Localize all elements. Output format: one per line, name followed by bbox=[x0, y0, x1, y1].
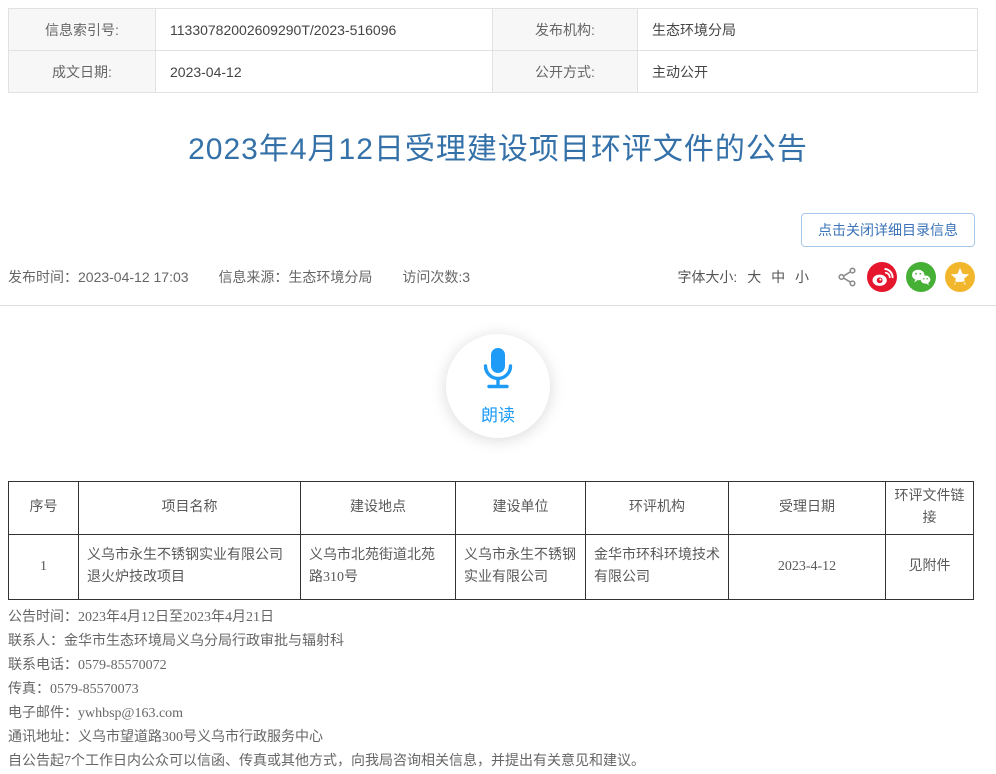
publish-time: 发布时间：2023-04-12 17:03 bbox=[8, 269, 189, 285]
footer-info: 公告时间：2023年4月12日至2023年4月21日 联系人：金华市生态环境局义… bbox=[8, 606, 996, 774]
col-header-doc-link: 环评文件链接 bbox=[886, 482, 974, 535]
info-value-index: 11330782002609290T/2023-516096 bbox=[156, 9, 493, 51]
visit-count: 访问次数:3 bbox=[402, 269, 470, 285]
font-size-medium[interactable]: 中 bbox=[771, 269, 785, 285]
section-divider bbox=[0, 305, 996, 306]
info-value-date: 2023-04-12 bbox=[156, 51, 493, 93]
share-alt-icon[interactable] bbox=[836, 266, 858, 288]
col-header-seq: 序号 bbox=[9, 482, 79, 535]
info-source: 信息来源：生态环境分局 bbox=[218, 269, 372, 285]
meta-right: 字体大小: 大 中 小 bbox=[671, 262, 975, 292]
toggle-catalog-button[interactable]: 点击关闭详细目录信息 bbox=[801, 213, 975, 247]
meta-row: 发布时间：2023-04-12 17:03 信息来源：生态环境分局 访问次数:3… bbox=[0, 261, 996, 293]
footer-address: 通讯地址：义乌市望道路300号义乌市行政服务中心 bbox=[8, 726, 996, 750]
info-label-method: 公开方式: bbox=[493, 51, 638, 93]
cell-eia-agency: 金华市环科环境技术有限公司 bbox=[586, 535, 729, 600]
microphone-icon bbox=[480, 346, 516, 397]
font-size-switcher: 字体大小: 大 中 小 bbox=[671, 267, 809, 287]
info-index-table: 信息索引号: 11330782002609290T/2023-516096 发布… bbox=[8, 8, 978, 93]
qzone-icon[interactable] bbox=[945, 262, 975, 292]
col-header-eia-agency: 环评机构 bbox=[586, 482, 729, 535]
cell-doc-link[interactable]: 见附件 bbox=[886, 535, 974, 600]
cell-location: 义乌市北苑街道北苑路310号 bbox=[301, 535, 456, 600]
font-size-label: 字体大小: bbox=[677, 269, 737, 285]
info-label-agency: 发布机构: bbox=[493, 9, 638, 51]
read-aloud-label: 朗读 bbox=[481, 401, 515, 426]
weibo-icon[interactable] bbox=[867, 262, 897, 292]
wechat-icon[interactable] bbox=[906, 262, 936, 292]
footer-fax: 传真：0579-85570073 bbox=[8, 678, 996, 702]
col-header-accept-date: 受理日期 bbox=[729, 482, 886, 535]
project-table: 序号 项目名称 建设地点 建设单位 环评机构 受理日期 环评文件链接 1 义乌市… bbox=[8, 481, 974, 600]
info-label-date: 成文日期: bbox=[9, 51, 156, 93]
info-row-2: 成文日期: 2023-04-12 公开方式: 主动公开 bbox=[9, 51, 978, 93]
footer-contact-phone: 联系电话：0579-85570072 bbox=[8, 654, 996, 678]
col-header-location: 建设地点 bbox=[301, 482, 456, 535]
col-header-builder: 建设单位 bbox=[456, 482, 586, 535]
info-row-1: 信息索引号: 11330782002609290T/2023-516096 发布… bbox=[9, 9, 978, 51]
meta-left: 发布时间：2023-04-12 17:03 信息来源：生态环境分局 访问次数:3 bbox=[8, 267, 496, 287]
font-size-small[interactable]: 小 bbox=[795, 269, 809, 285]
info-value-method: 主动公开 bbox=[638, 51, 978, 93]
read-aloud-button[interactable]: 朗读 bbox=[446, 334, 550, 438]
project-table-header-row: 序号 项目名称 建设地点 建设单位 环评机构 受理日期 环评文件链接 bbox=[9, 482, 974, 535]
footer-announce-period: 公告时间：2023年4月12日至2023年4月21日 bbox=[8, 606, 996, 630]
cell-accept-date: 2023-4-12 bbox=[729, 535, 886, 600]
page-title: 2023年4月12日受理建设项目环评文件的公告 bbox=[0, 129, 996, 171]
info-value-agency: 生态环境分局 bbox=[638, 9, 978, 51]
cell-seq: 1 bbox=[9, 535, 79, 600]
cell-project-name: 义乌市永生不锈钢实业有限公司退火炉技改项目 bbox=[79, 535, 301, 600]
cell-builder: 义乌市永生不锈钢实业有限公司 bbox=[456, 535, 586, 600]
footer-email: 电子邮件：ywhbsp@163.com bbox=[8, 702, 996, 726]
font-size-large[interactable]: 大 bbox=[747, 269, 761, 285]
footer-notice: 自公告起7个工作日内公众可以信函、传真或其他方式，向我局咨询相关信息，并提出有关… bbox=[8, 750, 996, 774]
footer-contact-person: 联系人：金华市生态环境局义乌分局行政审批与辐射科 bbox=[8, 630, 996, 654]
share-bar bbox=[836, 262, 975, 292]
table-row: 1 义乌市永生不锈钢实业有限公司退火炉技改项目 义乌市北苑街道北苑路310号 义… bbox=[9, 535, 974, 600]
info-label-index: 信息索引号: bbox=[9, 9, 156, 51]
col-header-project-name: 项目名称 bbox=[79, 482, 301, 535]
button-row: 点击关闭详细目录信息 bbox=[8, 213, 975, 247]
